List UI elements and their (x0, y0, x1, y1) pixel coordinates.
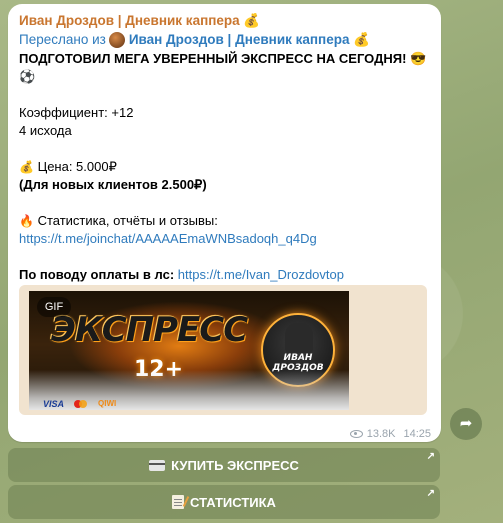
channel-avatar (108, 32, 125, 48)
buy-express-button[interactable]: КУПИТЬ ЭКСПРЕСС ↗ (8, 448, 440, 482)
coefficient-text: Коэффициент: +12 (19, 105, 134, 120)
message-time: 14:25 (403, 428, 431, 440)
stats-line: 🔥 Статистика, отчёты и отзывы: (19, 212, 430, 230)
qiwi-icon: QIWI (98, 399, 117, 408)
channel-name[interactable]: Иван Дроздов | Дневник каппера 💰 (19, 12, 430, 30)
view-count: 13.8K (366, 428, 396, 440)
eye-icon (349, 430, 363, 438)
forwarded-channel-name[interactable]: Иван Дроздов | Дневник каппера 💰 (129, 31, 370, 49)
express-banner-image[interactable]: ЭКСПРЕСС 12+ ИВАН ДРОЗДОВ VISA QIWI GIF (29, 291, 349, 410)
external-link-icon: ↗ (426, 451, 435, 462)
statistics-button[interactable]: СТАТИСТИКА ↗ (8, 485, 440, 519)
fire-icon: 🔥 (19, 214, 34, 228)
forwarded-prefix: Переслано из (19, 32, 106, 47)
soccer-ball-emoji: ⚽ (19, 69, 36, 84)
stats-text: Статистика, отчёты и отзывы: (37, 213, 218, 228)
forwarded-header[interactable]: Переслано из Иван Дроздов | Дневник капп… (19, 30, 430, 50)
memo-icon (172, 495, 185, 509)
visa-icon: VISA (43, 399, 65, 409)
mastercard-icon (74, 400, 88, 408)
stats-link[interactable]: https://t.me/joinchat/AAAAAEmaWNBsadoqh_… (19, 231, 317, 246)
payment-logos: VISA QIWI (43, 395, 116, 410)
banner-title: ЭКСПРЕСС (51, 310, 248, 350)
share-arrow-icon[interactable]: ➦ (450, 408, 482, 440)
outcomes-text: 4 исхода (19, 123, 72, 138)
person-silhouette-icon (285, 323, 313, 353)
payment-text: По поводу оплаты в лс: (19, 267, 175, 282)
statistics-label: СТАТИСТИКА (190, 494, 276, 510)
price-text: Цена: 5.000₽ (37, 159, 117, 174)
message-meta: 13.8K 14:25 (349, 425, 431, 443)
credit-card-icon (149, 459, 166, 471)
payment-link[interactable]: https://t.me/Ivan_Drozdovtop (178, 267, 344, 282)
gif-badge: GIF (37, 297, 71, 317)
external-link-icon: ↗ (426, 488, 435, 499)
headline: ПОДГОТОВИЛ МЕГА УВЕРЕННЫЙ ЭКСПРЕСС НА СЕ… (19, 51, 427, 66)
gif-media[interactable]: ЭКСПРЕСС 12+ ИВАН ДРОЗДОВ VISA QIWI GIF (19, 285, 427, 415)
new-clients-price: (Для новых клиентов 2.500₽) (19, 177, 207, 192)
message-bubble[interactable]: Иван Дроздов | Дневник каппера 💰 Пересла… (8, 4, 441, 442)
price-line: 💰 Цена: 5.000₽ (19, 158, 430, 176)
payment-line: По поводу оплаты в лс: https://t.me/Ivan… (19, 266, 430, 284)
buy-express-label: КУПИТЬ ЭКСПРЕСС (171, 457, 299, 473)
money-bag-icon: 💰 (19, 160, 34, 174)
